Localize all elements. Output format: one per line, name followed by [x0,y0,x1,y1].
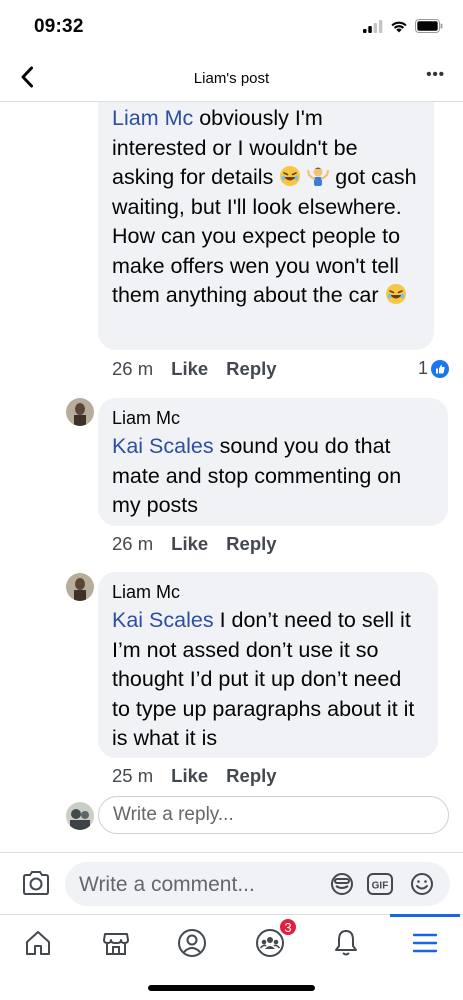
like-button[interactable]: Like [171,533,208,555]
status-icons [363,19,443,33]
camera-button[interactable] [22,870,50,896]
comment-actions: 25 m Like Reply [112,765,295,787]
reply-button[interactable]: Reply [226,765,276,787]
wifi-icon [391,21,407,32]
laughing-emoji-icon [385,284,406,304]
bell-icon [335,930,357,956]
hamburger-menu-icon [412,933,438,953]
avatar[interactable] [66,573,94,601]
like-button[interactable]: Like [171,765,208,787]
comment-time: 25 m [112,765,154,786]
tab-home[interactable] [18,923,58,963]
active-tab-indicator [390,914,460,917]
svg-text:GIF: GIF [372,881,389,892]
emoji-icon[interactable] [410,872,434,896]
camera-icon [23,871,49,895]
tab-notifications[interactable] [326,923,366,963]
home-icon [26,931,50,955]
battery-icon [415,19,443,33]
tab-marketplace[interactable] [96,923,136,963]
laughing-emoji-icon [280,166,301,186]
reply-button[interactable]: Reply [226,533,276,555]
status-bar: 09:32 [0,0,463,52]
more-options-button[interactable]: ••• [426,66,445,83]
comment-time: 26 m [112,358,154,379]
reaction-count-number: 1 [418,358,429,378]
reaction-count[interactable]: 1 [418,358,450,379]
like-reaction-icon [431,359,450,378]
comment-time: 26 m [112,533,154,554]
signal-icon [363,19,383,33]
comment-input[interactable]: Write a comment... GIF [65,862,450,906]
comment-bubble: Liam Mc obviously I'm interested or I wo… [98,102,434,350]
notification-badge: 3 [278,917,298,937]
home-indicator [148,985,315,991]
avatar[interactable] [66,398,94,426]
profile-icon [178,929,206,957]
comment-bubble: Liam Mc Kai Scales sound you do that mat… [98,398,448,526]
tab-groups[interactable]: 3 [250,917,298,963]
gif-icon[interactable]: GIF [367,872,393,896]
avatar-sticker-icon[interactable] [330,872,354,896]
tab-profile[interactable] [172,923,212,963]
comments-thread: Liam Mc obviously I'm interested or I wo… [0,102,463,852]
reply-button[interactable]: Reply [226,358,276,380]
marketplace-icon [103,933,129,955]
comment-author[interactable]: Liam Mc [112,406,434,430]
comment-actions: 26 m Like Reply [112,358,295,380]
comment-placeholder: Write a comment... [79,873,255,896]
comment-author[interactable]: Liam Mc [112,580,424,604]
shrug-emoji-icon [307,167,330,186]
current-user-avatar [66,802,94,830]
tab-menu[interactable] [405,923,445,963]
mention-link[interactable]: Kai Scales [112,608,214,632]
like-button[interactable]: Like [171,358,208,380]
page-title: Liam's post [193,70,270,87]
comment-bubble: Liam Mc Kai Scales I don’t need to sell … [98,572,438,758]
mention-link[interactable]: Kai Scales [112,434,214,458]
post-header: Liam's post ••• [0,52,463,102]
mention-link[interactable]: Liam Mc [112,106,193,130]
status-time: 09:32 [34,16,84,37]
comment-actions: 26 m Like Reply [112,533,295,555]
reply-input[interactable]: Write a reply... [98,796,449,834]
comment-composer: Write a comment... GIF [0,852,463,914]
